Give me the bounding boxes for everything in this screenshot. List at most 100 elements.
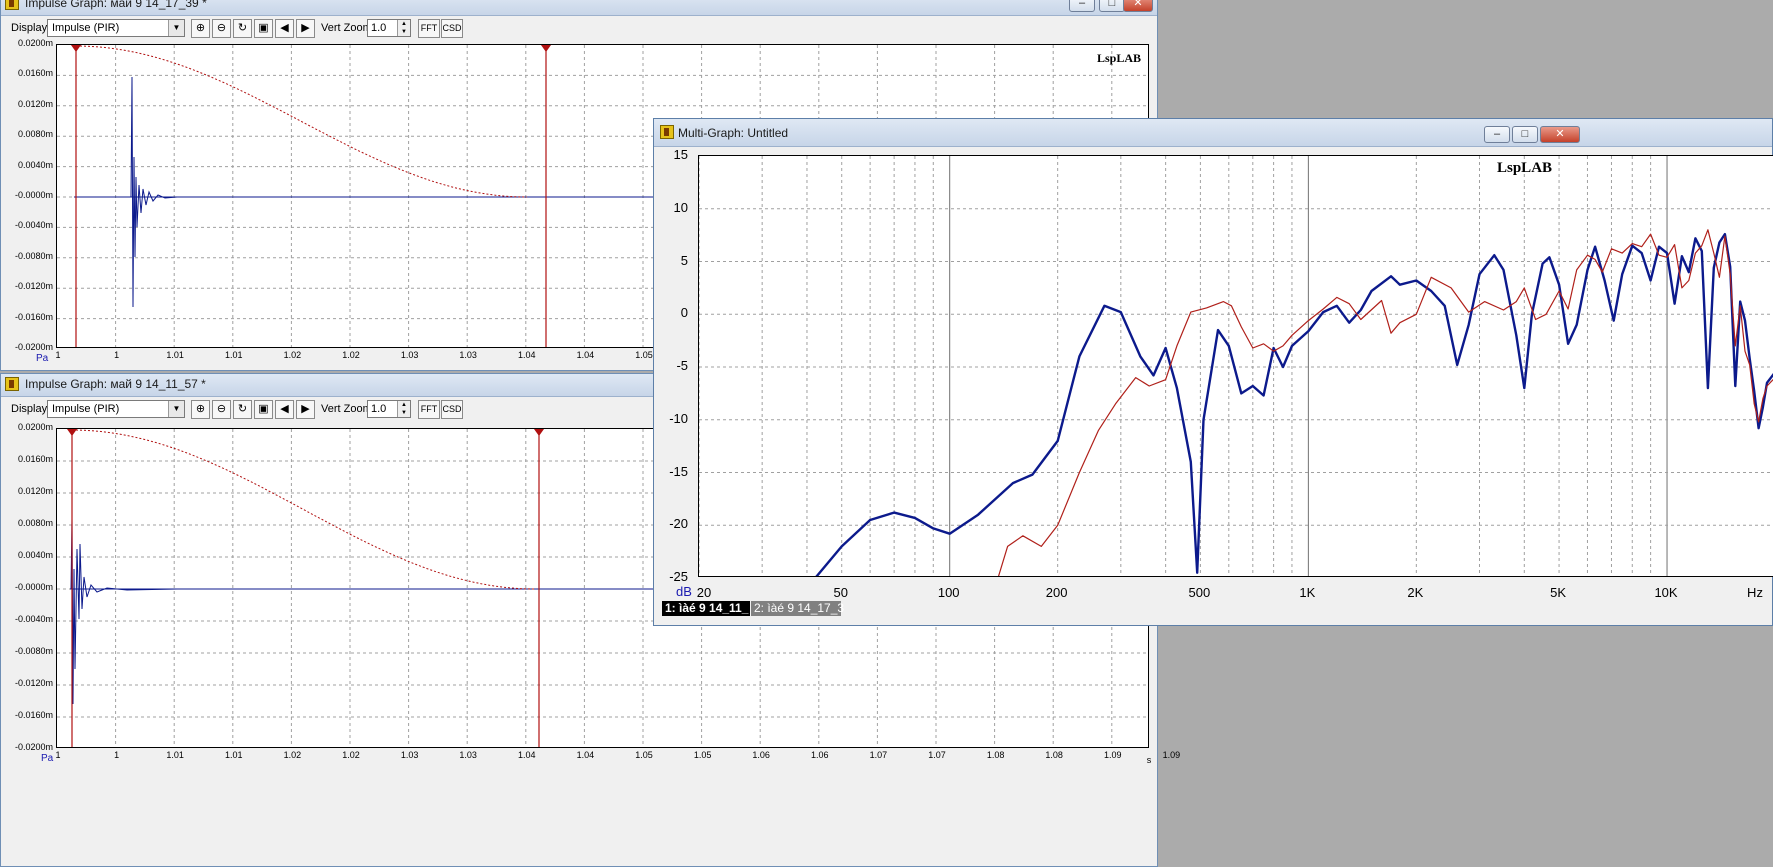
brand-logo: LspLAB	[1097, 51, 1142, 65]
arrow-left-icon[interactable]: ◀	[275, 19, 294, 38]
impulse-trace	[74, 76, 178, 308]
y-tick-label: -0.0040m	[14, 220, 53, 231]
zoom-out-icon[interactable]: ⊖	[212, 400, 231, 419]
x-tick-label: 20	[696, 585, 712, 600]
legend-bar: 1: ìàé 9 14_11_ 2: ìàé 9 14_17_3	[662, 601, 962, 616]
legend-item-2[interactable]: 2: ìàé 9 14_17_3	[751, 601, 844, 616]
maximize-button[interactable]: □	[1512, 126, 1538, 143]
x-tick-label: 1K	[1299, 585, 1316, 600]
x-tick-label: 1.02	[342, 350, 360, 360]
zoom-fit-icon[interactable]: ▣	[254, 400, 273, 419]
csd-button[interactable]: CSD	[441, 400, 463, 419]
display-select-value: Impulse (PIR)	[52, 403, 120, 415]
vert-zoom-label: Vert Zoom	[321, 403, 372, 415]
legend-item-1[interactable]: 1: ìàé 9 14_11_	[662, 601, 750, 616]
zoom-fit-icon[interactable]: ▣	[254, 19, 273, 38]
y-tick-label: -5	[676, 358, 688, 373]
x-tick-label: 1.02	[283, 750, 302, 760]
x-tick-label: 1.07	[869, 750, 888, 760]
window-1-titlebar[interactable]: Impulse Graph: май 9 14_17_39 * – □ ✕	[1, 0, 1157, 16]
x-tick-label: 1	[55, 350, 61, 360]
arrow-right-icon[interactable]: ▶	[296, 400, 315, 419]
window-curve	[75, 45, 528, 198]
x-tick-label: 1.04	[518, 350, 536, 360]
zoom-out-icon[interactable]: ⊖	[212, 19, 231, 38]
display-label: Display	[11, 22, 48, 34]
spin-arrows-icon[interactable]: ▲ ▼	[397, 20, 410, 36]
arrow-right-icon[interactable]: ▶	[296, 19, 315, 38]
x-tick-label: 5K	[1550, 585, 1566, 600]
arrow-left-icon[interactable]: ◀	[275, 400, 294, 419]
x-tick-label: 1.01	[166, 350, 184, 360]
close-button[interactable]: ✕	[1540, 126, 1580, 143]
spin-arrows-icon[interactable]: ▲ ▼	[397, 401, 410, 417]
x-tick-label: 1.09	[1162, 750, 1181, 760]
x-tick-label: 1.08	[1045, 750, 1063, 760]
brand-logo: LspLAB	[1497, 160, 1553, 176]
y-tick-label: -0.0120m	[14, 678, 53, 688]
vert-zoom-input[interactable]: 1.0 ▲ ▼	[367, 400, 411, 418]
y-tick-label: 0.0080m	[17, 129, 53, 140]
x-tick-label: 1	[114, 350, 120, 360]
close-button[interactable]: ✕	[1123, 0, 1153, 12]
y-tick-label: -0.0040m	[14, 614, 53, 624]
y-tick-label: 0.0120m	[17, 486, 53, 496]
x-tick-label: 1.06	[811, 750, 829, 760]
y-tick-label: 0.0080m	[17, 518, 53, 528]
y-tick-label: 0.0160m	[17, 68, 53, 79]
x-tick-label: 1	[55, 750, 61, 760]
minimize-button[interactable]: –	[1069, 0, 1095, 12]
window-3-title: Multi-Graph: Untitled	[678, 126, 789, 140]
zoom-in-icon[interactable]: ⊕	[191, 19, 210, 38]
fft-button[interactable]: FFT	[418, 19, 440, 38]
y-tick-label: 0.0200m	[17, 38, 53, 48]
csd-button[interactable]: CSD	[441, 19, 463, 38]
x-tick-label: 1.03	[459, 750, 477, 760]
y-tick-label: 15	[673, 147, 688, 162]
vert-zoom-input[interactable]: 1.0 ▲ ▼	[367, 19, 411, 37]
window-1-toolbar: Display Impulse (PIR) ▼ ⊕ ⊖ ↻ ▣ ◀ ▶ Vert …	[5, 17, 1153, 39]
y-unit-label: dB	[676, 584, 692, 599]
fft-button[interactable]: FFT	[418, 400, 440, 419]
x-tick-label: 1.02	[283, 350, 302, 360]
x-tick-label: 1.09	[1104, 750, 1122, 760]
start-marker-icon	[67, 429, 77, 436]
y-tick-label: -15	[669, 463, 688, 479]
window-curve	[71, 429, 536, 590]
x-tick-label: 1.05	[635, 750, 653, 760]
end-marker-icon	[541, 45, 551, 52]
y-tick-label: 0	[680, 305, 688, 321]
x-unit-label: Hz	[1747, 585, 1763, 600]
x-tick-label: 1.05	[635, 350, 653, 360]
display-select[interactable]: Impulse (PIR) ▼	[47, 400, 185, 418]
vert-zoom-value: 1.0	[371, 403, 387, 415]
window-3-titlebar[interactable]: Multi-Graph: Untitled – □ ✕	[654, 119, 1772, 147]
start-marker-icon	[71, 45, 81, 52]
maximize-button[interactable]: □	[1099, 0, 1125, 12]
y-unit-label: Pa	[36, 353, 49, 364]
y-tick-label: 0.0040m	[17, 550, 53, 560]
minimize-button[interactable]: –	[1484, 126, 1510, 143]
x-tick-label: 50	[833, 585, 848, 600]
x-tick-label: 1.08	[986, 750, 1005, 760]
x-tick-label: 1.03	[400, 750, 419, 760]
display-select[interactable]: Impulse (PIR) ▼	[47, 19, 185, 37]
x-tick-label: 1.03	[400, 350, 419, 360]
x-tick-label: 2K	[1407, 585, 1424, 600]
vert-zoom-value: 1.0	[371, 22, 387, 34]
zoom-refresh-icon[interactable]: ↻	[233, 19, 252, 38]
y-tick-label: -0.0120m	[14, 281, 53, 292]
chevron-down-icon: ▼	[168, 401, 184, 417]
x-tick-label: 1.01	[225, 350, 243, 360]
x-tick-label: 1	[114, 750, 120, 760]
zoom-refresh-icon[interactable]: ↻	[233, 400, 252, 419]
x-tick-label: 10K	[1654, 585, 1678, 600]
zoom-in-icon[interactable]: ⊕	[191, 400, 210, 419]
chevron-down-icon: ▼	[168, 20, 184, 36]
y-tick-label: -0.0080m	[14, 250, 53, 261]
y-tick-label: 0.0120m	[17, 98, 53, 109]
y-tick-label: -10	[669, 410, 688, 426]
app-icon	[5, 0, 19, 10]
window-2-title: Impulse Graph: май 9 14_11_57 *	[25, 377, 206, 391]
frequency-response-plot[interactable]: LspLAB	[698, 155, 1773, 577]
